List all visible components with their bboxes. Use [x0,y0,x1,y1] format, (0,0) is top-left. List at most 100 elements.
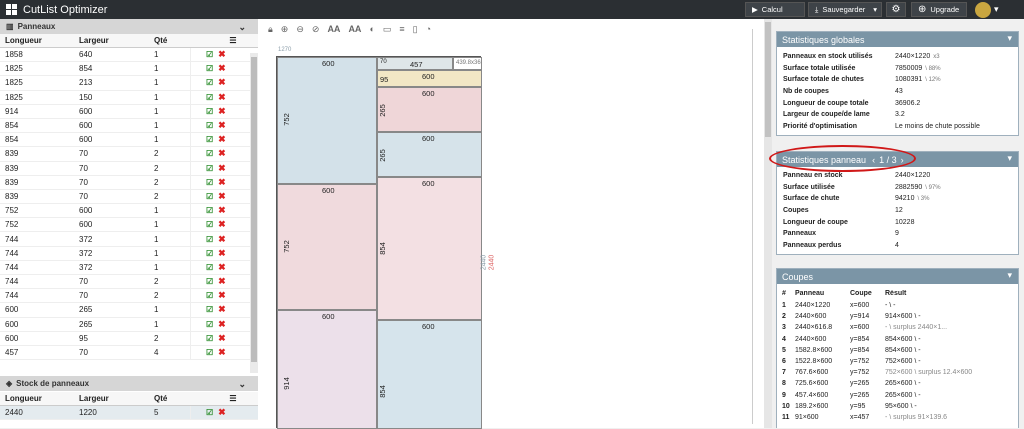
check-icon[interactable]: ☑ [206,93,213,102]
calcul-button[interactable]: ▶ Calcul [745,2,805,17]
table-row[interactable]: 1858 640 1 ☑ ✖ [0,48,258,63]
piece[interactable]: 600 265 [377,132,482,177]
check-icon[interactable]: ☑ [206,249,213,258]
sauvegarder-button[interactable]: ⤓ Sauvegarder ▾ [808,2,882,17]
table-row[interactable]: 457 70 4 ☑ ✖ [0,345,258,361]
piece[interactable]: 600 265 [377,87,482,132]
table-row[interactable]: 600 95 2 ☑ ✖ [0,331,258,346]
ruler-icon[interactable]: ▭ [383,24,392,35]
table-row[interactable]: 1825 150 1 ☑ ✖ [0,90,258,105]
table-row[interactable]: 854 600 1 ☑ ✖ [0,133,258,148]
check-icon[interactable]: ☑ [206,192,213,201]
check-icon[interactable]: ☑ [206,305,213,314]
check-icon[interactable]: ☑ [206,320,213,329]
check-icon[interactable]: ☑ [206,263,213,272]
delete-icon[interactable]: ✖ [218,234,226,245]
menu-icon[interactable]: ☰ [222,36,244,45]
chevron-down-icon[interactable]: ▾ [1007,270,1012,281]
table-row[interactable]: 744 372 1 ☑ ✖ [0,246,258,261]
menu-icon[interactable]: ☰ [222,394,244,403]
delete-icon[interactable]: ✖ [218,276,226,287]
table-row[interactable]: 839 70 2 ☑ ✖ [0,161,258,176]
check-icon[interactable]: ☑ [206,149,213,158]
delete-icon[interactable]: ✖ [218,120,226,131]
delete-icon[interactable]: ✖ [218,106,226,117]
avatar[interactable] [975,2,991,18]
zoom-fit-icon[interactable]: ⊘ [312,24,320,35]
delete-icon[interactable]: ✖ [218,347,226,358]
table-row[interactable]: 1825 213 1 ☑ ✖ [0,76,258,91]
piece[interactable]: 600 854 [377,320,482,429]
delete-icon[interactable]: ✖ [218,148,226,159]
check-icon[interactable]: ☑ [206,135,213,144]
caret-down-icon[interactable]: ▾ [994,4,999,15]
zoom-in-icon[interactable]: ⊕ [281,24,289,35]
table-row[interactable]: 600 265 1 ☑ ✖ [0,317,258,332]
delete-icon[interactable]: ✖ [218,262,226,273]
panneaux-header[interactable]: ▥ Panneaux ⌄ [0,19,258,34]
table-row[interactable]: 2440 1220 5 ☑ ✖ [0,406,258,421]
chevron-down-icon[interactable]: ▾ [1007,33,1012,44]
check-icon[interactable]: ☑ [206,164,213,173]
chevron-down-icon[interactable]: ▾ [1007,153,1012,164]
table-row[interactable]: 744 70 2 ☑ ✖ [0,289,258,304]
check-icon[interactable]: ☑ [206,121,213,130]
lock-icon[interactable]: 🔒︎ [268,24,273,35]
check-icon[interactable]: ☑ [206,206,213,215]
delete-icon[interactable]: ✖ [218,333,226,344]
table-row[interactable]: 854 600 1 ☑ ✖ [0,118,258,134]
coupes-header[interactable]: Coupes ▾ [777,269,1018,284]
delete-icon[interactable]: ✖ [218,49,226,60]
table-row[interactable]: 839 70 2 ☑ ✖ [0,147,258,162]
font-size-up-icon[interactable]: AA [327,24,340,34]
chevron-down-icon[interactable]: ⌄ [238,379,246,390]
delete-icon[interactable]: ✖ [218,319,226,330]
check-icon[interactable]: ☑ [206,50,213,59]
check-icon[interactable]: ☑ [206,64,213,73]
piece[interactable]: 600 914 [277,310,377,429]
scrollbar[interactable] [764,19,772,428]
delete-icon[interactable]: ✖ [218,248,226,259]
table-row[interactable]: 744 372 1 ☑ ✖ [0,260,258,275]
stock-header[interactable]: ◈ Stock de panneaux ⌄ [0,376,258,391]
check-icon[interactable]: ☑ [206,235,213,244]
table-row[interactable]: 1825 854 1 ☑ ✖ [0,62,258,77]
table-row[interactable]: 744 70 2 ☑ ✖ [0,275,258,290]
list-icon[interactable]: ≡ [399,24,404,34]
check-icon[interactable]: ☑ [206,334,213,343]
table-row[interactable]: 744 372 1 ☑ ✖ [0,232,258,247]
table-row[interactable]: 752 600 1 ☑ ✖ [0,204,258,219]
grid-icon[interactable]: ▯ [413,24,418,35]
delete-icon[interactable]: ✖ [218,219,226,230]
table-row[interactable]: 752 600 1 ☑ ✖ [0,218,258,233]
check-icon[interactable]: ☑ [206,178,213,187]
settings-button[interactable]: ⚙ [886,2,906,17]
delete-icon[interactable]: ✖ [218,92,226,103]
font-size-down-icon[interactable]: AA [348,24,361,34]
delete-icon[interactable]: ✖ [218,134,226,145]
table-row[interactable]: 839 70 2 ☑ ✖ [0,189,258,205]
check-icon[interactable]: ☑ [206,291,213,300]
table-row[interactable]: 839 70 2 ☑ ✖ [0,175,258,190]
scrollbar[interactable] [250,53,258,373]
check-icon[interactable]: ☑ [206,78,213,87]
stats-globales-header[interactable]: Statistiques globales ▾ [777,32,1018,47]
piece[interactable]: 457 70 [377,57,453,70]
piece[interactable]: 600 752 [277,184,377,310]
check-icon[interactable]: ☑ [206,220,213,229]
pie-icon[interactable]: ◔ [426,24,431,34]
piece[interactable]: 600 854 [377,177,482,320]
delete-icon[interactable]: ✖ [218,290,226,301]
palette-icon[interactable]: ◐ [369,24,374,34]
check-icon[interactable]: ☑ [206,408,213,417]
table-row[interactable]: 600 265 1 ☑ ✖ [0,303,258,318]
piece[interactable]: 600 95 [377,70,482,87]
delete-icon[interactable]: ✖ [218,205,226,216]
chevron-down-icon[interactable]: ⌄ [238,22,246,33]
delete-icon[interactable]: ✖ [218,191,226,202]
delete-icon[interactable]: ✖ [218,163,226,174]
zoom-out-icon[interactable]: ⊖ [296,24,304,35]
delete-icon[interactable]: ✖ [218,407,226,418]
piece[interactable]: 600 752 [277,57,377,184]
check-icon[interactable]: ☑ [206,348,213,357]
